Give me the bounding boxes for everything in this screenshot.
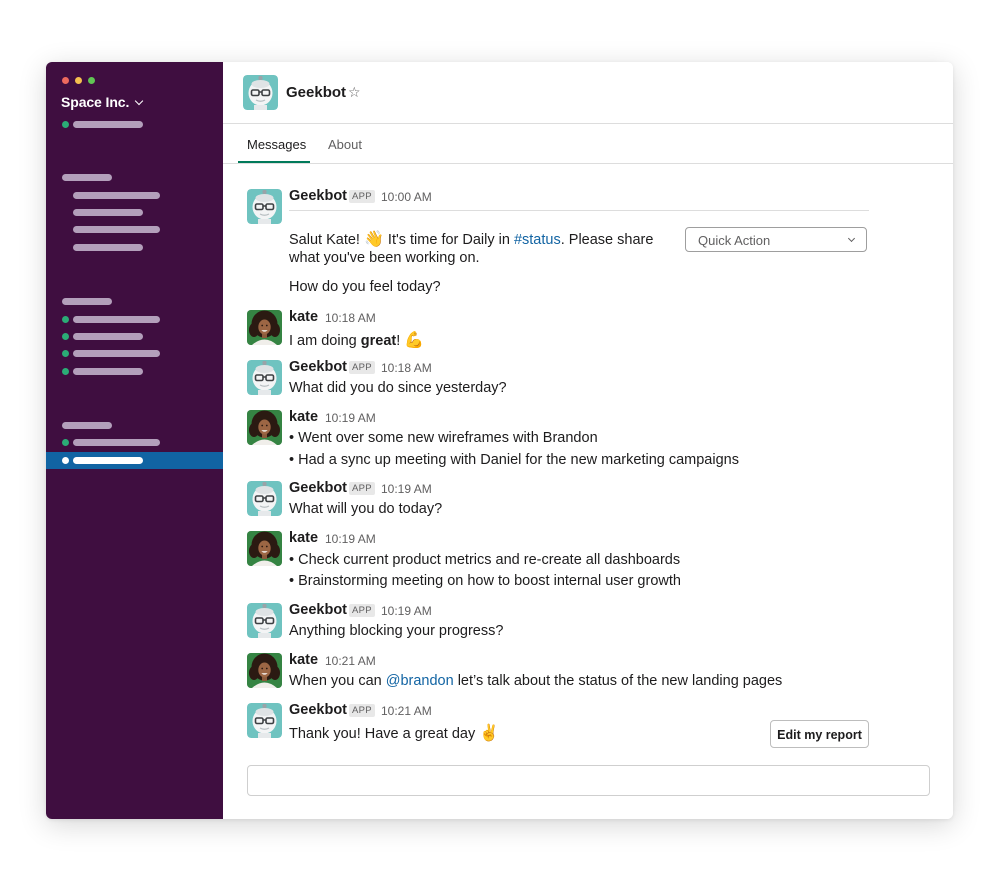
message-input[interactable] [247,765,930,796]
main-pane: Geekbot ☆ Messages About Geekbot APP 10:… [223,62,953,819]
message-text: What will you do today? [289,501,443,517]
channel-link[interactable]: #status [514,232,561,248]
message-author[interactable]: kate [289,409,318,425]
message-author[interactable]: kate [289,530,318,546]
chevron-down-icon [135,96,144,105]
sidebar-item-placeholder[interactable] [73,244,143,251]
workspace-name: Space Inc. [61,94,130,110]
flexed-biceps-emoji: 💪 [404,332,425,349]
user-mention-link[interactable]: @brandon [386,673,454,689]
message-timestamp[interactable]: 10:18 AM [381,361,432,375]
channel-title[interactable]: Geekbot [286,84,346,101]
list-item: • Check current product metrics and re-c… [289,552,681,568]
geekbot-avatar[interactable] [247,703,282,738]
message-author[interactable]: Geekbot [289,480,347,496]
geekbot-avatar[interactable] [247,360,282,395]
tab-messages[interactable]: Messages [247,137,306,152]
app-badge: APP [349,482,375,495]
kate-avatar[interactable] [247,653,282,688]
message-author[interactable]: kate [289,309,318,325]
message-author[interactable]: Geekbot [289,702,347,718]
sidebar: Space Inc. [46,62,223,819]
presence-dot-icon [62,350,69,357]
message-author[interactable]: kate [289,652,318,668]
sidebar-item-placeholder[interactable] [73,192,160,199]
kate-avatar[interactable] [247,531,282,566]
message-divider [289,210,869,211]
quick-action-label: Quick Action [698,233,771,248]
message-timestamp[interactable]: 10:19 AM [325,411,376,425]
maximize-window-icon[interactable] [88,77,95,84]
section-header-placeholder[interactable] [62,298,112,305]
message-timestamp[interactable]: 10:19 AM [325,532,376,546]
message-text: When you can @brandon let’s talk about t… [289,673,783,689]
message-text: Salut Kate! 👋 It's time for Daily in #st… [289,231,654,248]
message-timestamp[interactable]: 10:00 AM [381,190,432,204]
user-status-placeholder [73,121,143,128]
edit-my-report-button[interactable]: Edit my report [770,720,869,748]
active-tab-indicator [238,161,310,163]
tab-about[interactable]: About [328,137,362,152]
message-text: Thank you! Have a great day ✌️ [289,725,500,742]
sidebar-item-placeholder[interactable] [73,316,160,323]
sidebar-item-placeholder[interactable] [73,368,143,375]
message-text: What did you do since yesterday? [289,380,507,396]
message-author[interactable]: Geekbot [289,359,347,375]
kate-avatar[interactable] [247,410,282,445]
presence-dot-icon [62,439,69,446]
geekbot-avatar[interactable] [243,75,278,110]
list-item: • Brainstorming meeting on how to boost … [289,573,681,589]
message-text: Anything blocking your progress? [289,623,504,639]
sidebar-item-placeholder[interactable] [73,333,143,340]
chevron-down-icon [847,234,856,243]
message-timestamp[interactable]: 10:19 AM [381,604,432,618]
app-badge: APP [349,604,375,617]
sidebar-item-placeholder[interactable] [73,439,160,446]
app-badge: APP [349,361,375,374]
geekbot-avatar[interactable] [247,603,282,638]
message-timestamp[interactable]: 10:21 AM [381,704,432,718]
section-header-placeholder[interactable] [62,174,112,181]
sidebar-item-placeholder[interactable] [73,209,143,216]
kate-avatar[interactable] [247,310,282,345]
tab-bar: Messages About [223,124,953,164]
sidebar-item-placeholder [73,457,143,464]
message-text: what you've been working on. [289,250,480,266]
quick-action-select[interactable]: Quick Action [685,227,867,252]
presence-dot-icon [62,333,69,340]
presence-dot-icon [62,368,69,375]
message-author[interactable]: Geekbot [289,188,347,204]
message-timestamp[interactable]: 10:19 AM [381,482,432,496]
channel-header: Geekbot ☆ [223,62,953,124]
message-timestamp[interactable]: 10:18 AM [325,311,376,325]
minimize-window-icon[interactable] [75,77,82,84]
list-item: • Had a sync up meeting with Daniel for … [289,452,739,468]
victory-hand-emoji: ✌️ [479,725,500,742]
sidebar-item-placeholder[interactable] [73,226,160,233]
section-header-placeholder[interactable] [62,422,112,429]
sidebar-item-active[interactable] [46,452,223,469]
app-badge: APP [349,704,375,717]
message-text: How do you feel today? [289,279,441,295]
message-timestamp[interactable]: 10:21 AM [325,654,376,668]
geekbot-avatar[interactable] [247,481,282,516]
presence-dot-icon [62,121,69,128]
close-window-icon[interactable] [62,77,69,84]
message-author[interactable]: Geekbot [289,602,347,618]
app-window: Space Inc. Geekbot ☆ Messages About Geek… [46,62,953,819]
star-icon[interactable]: ☆ [348,84,361,101]
window-controls [62,77,95,84]
message-text: I am doing great! 💪 [289,332,425,349]
waving-hand-emoji: 👋 [363,231,384,248]
sidebar-item-placeholder[interactable] [73,350,160,357]
app-badge: APP [349,190,375,203]
presence-dot-icon [62,316,69,323]
list-item: • Went over some new wireframes with Bra… [289,430,598,446]
workspace-switcher[interactable]: Space Inc. [61,94,144,110]
presence-dot-icon [62,457,69,464]
geekbot-avatar[interactable] [247,189,282,224]
